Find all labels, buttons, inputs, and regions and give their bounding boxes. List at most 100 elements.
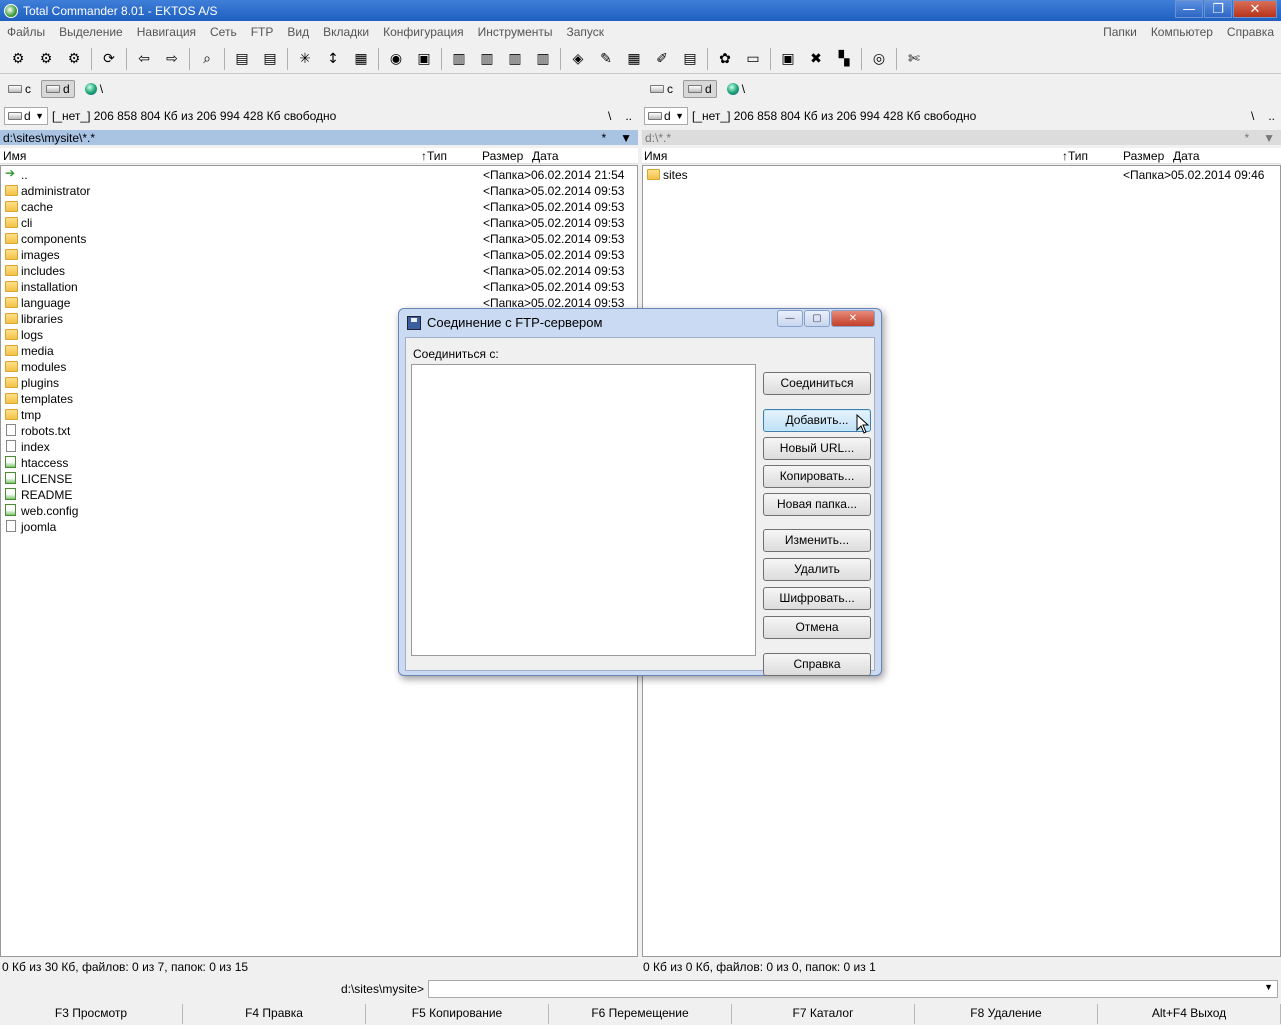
left-root-button[interactable]: \: [608, 109, 611, 123]
menu-network[interactable]: Сеть: [203, 25, 244, 39]
toolbar-button-icon[interactable]: ⚙: [7, 48, 29, 70]
toolbar-button-icon[interactable]: ◉: [385, 48, 407, 70]
menu-launch[interactable]: Запуск: [560, 25, 612, 39]
copy-button[interactable]: Копировать...: [763, 465, 871, 488]
right-network-button[interactable]: \: [723, 80, 749, 98]
toolbar-button-icon[interactable]: ✎: [595, 48, 617, 70]
left-drive-combo[interactable]: d ▼: [4, 107, 48, 125]
right-drive-combo[interactable]: d ▼: [644, 107, 688, 125]
col-type[interactable]: ↑Тип: [421, 149, 447, 163]
f6-move-button[interactable]: F6 Перемещение: [549, 1004, 732, 1024]
toolbar-button-icon[interactable]: ▤: [679, 48, 701, 70]
file-row[interactable]: installation <Папка> 05.02.2014 09:53: [1, 279, 637, 295]
file-row[interactable]: includes <Папка> 05.02.2014 09:53: [1, 263, 637, 279]
toolbar-button-icon[interactable]: ⇨: [161, 48, 183, 70]
menu-ftp[interactable]: FTP: [244, 25, 281, 39]
dialog-minimize-button[interactable]: —: [777, 310, 803, 327]
connections-list[interactable]: [411, 364, 756, 656]
altf4-exit-button[interactable]: Alt+F4 Выход: [1098, 1004, 1281, 1024]
delete-button[interactable]: Удалить: [763, 558, 871, 581]
right-history-button[interactable]: ▼: [1263, 131, 1275, 145]
left-drive-c-button[interactable]: c: [4, 80, 35, 98]
toolbar-button-icon[interactable]: ▥: [476, 48, 498, 70]
file-row[interactable]: images <Папка> 05.02.2014 09:53: [1, 247, 637, 263]
col-name[interactable]: Имя: [644, 149, 667, 163]
command-input[interactable]: ▼: [428, 980, 1278, 998]
col-date[interactable]: Дата: [1173, 149, 1200, 163]
menu-selection[interactable]: Выделение: [52, 25, 130, 39]
encrypt-button[interactable]: Шифровать...: [763, 587, 871, 610]
right-drive-c-button[interactable]: c: [646, 80, 677, 98]
col-name[interactable]: Имя: [3, 149, 26, 163]
menu-folders[interactable]: Папки: [1096, 25, 1144, 39]
menu-navigation[interactable]: Навигация: [130, 25, 203, 39]
toolbar-button-icon[interactable]: ✐: [651, 48, 673, 70]
left-drive-d-button[interactable]: d: [41, 80, 75, 98]
f8-delete-button[interactable]: F8 Удаление: [915, 1004, 1098, 1024]
toolbar-button-icon[interactable]: ▥: [532, 48, 554, 70]
f7-mkdir-button[interactable]: F7 Каталог: [732, 1004, 915, 1024]
menu-view[interactable]: Вид: [280, 25, 316, 39]
menu-configuration[interactable]: Конфигурация: [376, 25, 471, 39]
left-network-button[interactable]: \: [81, 80, 107, 98]
toolbar-button-icon[interactable]: ▣: [413, 48, 435, 70]
col-size[interactable]: Размер: [1123, 149, 1164, 163]
right-up-button[interactable]: ..: [1268, 109, 1275, 123]
f5-copy-button[interactable]: F5 Копирование: [366, 1004, 549, 1024]
f4-edit-button[interactable]: F4 Правка: [183, 1004, 366, 1024]
toolbar-button-icon[interactable]: ✖: [805, 48, 827, 70]
toolbar-button-icon[interactable]: ⇦: [133, 48, 155, 70]
menu-tools[interactable]: Инструменты: [471, 25, 560, 39]
new-folder-button[interactable]: Новая папка...: [763, 493, 871, 516]
toolbar-button-icon[interactable]: ▭: [742, 48, 764, 70]
toolbar-button-icon[interactable]: ✿: [714, 48, 736, 70]
right-path-bar[interactable]: d:\*.* * ▼: [642, 130, 1281, 145]
right-root-button[interactable]: \: [1251, 109, 1254, 123]
toolbar-button-icon[interactable]: ▥: [448, 48, 470, 70]
new-url-button[interactable]: Новый URL...: [763, 437, 871, 460]
toolbar-button-icon[interactable]: ✄: [903, 48, 925, 70]
toolbar-button-icon[interactable]: ✳: [294, 48, 316, 70]
file-row[interactable]: cache <Папка> 05.02.2014 09:53: [1, 199, 637, 215]
toolbar-button-icon[interactable]: ▣: [777, 48, 799, 70]
toolbar-button-icon[interactable]: ⟳: [98, 48, 120, 70]
chevron-down-icon[interactable]: ▼: [1264, 982, 1273, 992]
add-button[interactable]: Добавить...: [763, 409, 871, 432]
file-row[interactable]: administrator <Папка> 05.02.2014 09:53: [1, 183, 637, 199]
toolbar-button-icon[interactable]: ◈: [567, 48, 589, 70]
col-size[interactable]: Размер: [482, 149, 523, 163]
minimize-button[interactable]: —: [1175, 0, 1203, 18]
menu-help[interactable]: Справка: [1220, 25, 1281, 39]
menu-computer[interactable]: Компьютер: [1144, 25, 1220, 39]
edit-button[interactable]: Изменить...: [763, 529, 871, 552]
close-button[interactable]: ✕: [1233, 0, 1277, 18]
left-up-button[interactable]: ..: [625, 109, 632, 123]
toolbar-button-icon[interactable]: ◎: [868, 48, 890, 70]
left-filter-button[interactable]: *: [601, 131, 606, 145]
right-drive-d-button[interactable]: d: [683, 80, 717, 98]
right-filter-button[interactable]: *: [1244, 131, 1249, 145]
connect-button[interactable]: Соединиться: [763, 372, 871, 395]
dialog-maximize-button[interactable]: ▢: [804, 310, 830, 327]
file-row[interactable]: sites <Папка> 05.02.2014 09:46: [643, 167, 1280, 183]
toolbar-button-icon[interactable]: ▚: [833, 48, 855, 70]
f3-view-button[interactable]: F3 Просмотр: [0, 1004, 183, 1024]
file-row[interactable]: ➔.. <Папка> 06.02.2014 21:54: [1, 166, 637, 183]
help-button[interactable]: Справка: [763, 653, 871, 676]
left-path-bar[interactable]: d:\sites\mysite\*.* * ▼: [0, 130, 638, 145]
toolbar-button-icon[interactable]: ▤: [259, 48, 281, 70]
toolbar-button-icon[interactable]: ↕: [322, 48, 344, 70]
toolbar-button-icon[interactable]: ⚙: [63, 48, 85, 70]
menu-tabs[interactable]: Вкладки: [316, 25, 376, 39]
col-date[interactable]: Дата: [532, 149, 559, 163]
col-type[interactable]: ↑Тип: [1062, 149, 1088, 163]
toolbar-button-icon[interactable]: ▦: [350, 48, 372, 70]
menu-files[interactable]: Файлы: [0, 25, 52, 39]
dialog-close-button[interactable]: ✕: [831, 310, 875, 327]
toolbar-button-icon[interactable]: ⚙: [35, 48, 57, 70]
maximize-button[interactable]: ❐: [1204, 0, 1232, 18]
file-row[interactable]: cli <Папка> 05.02.2014 09:53: [1, 215, 637, 231]
file-row[interactable]: components <Папка> 05.02.2014 09:53: [1, 231, 637, 247]
toolbar-button-icon[interactable]: ▦: [623, 48, 645, 70]
toolbar-button-icon[interactable]: ▥: [504, 48, 526, 70]
